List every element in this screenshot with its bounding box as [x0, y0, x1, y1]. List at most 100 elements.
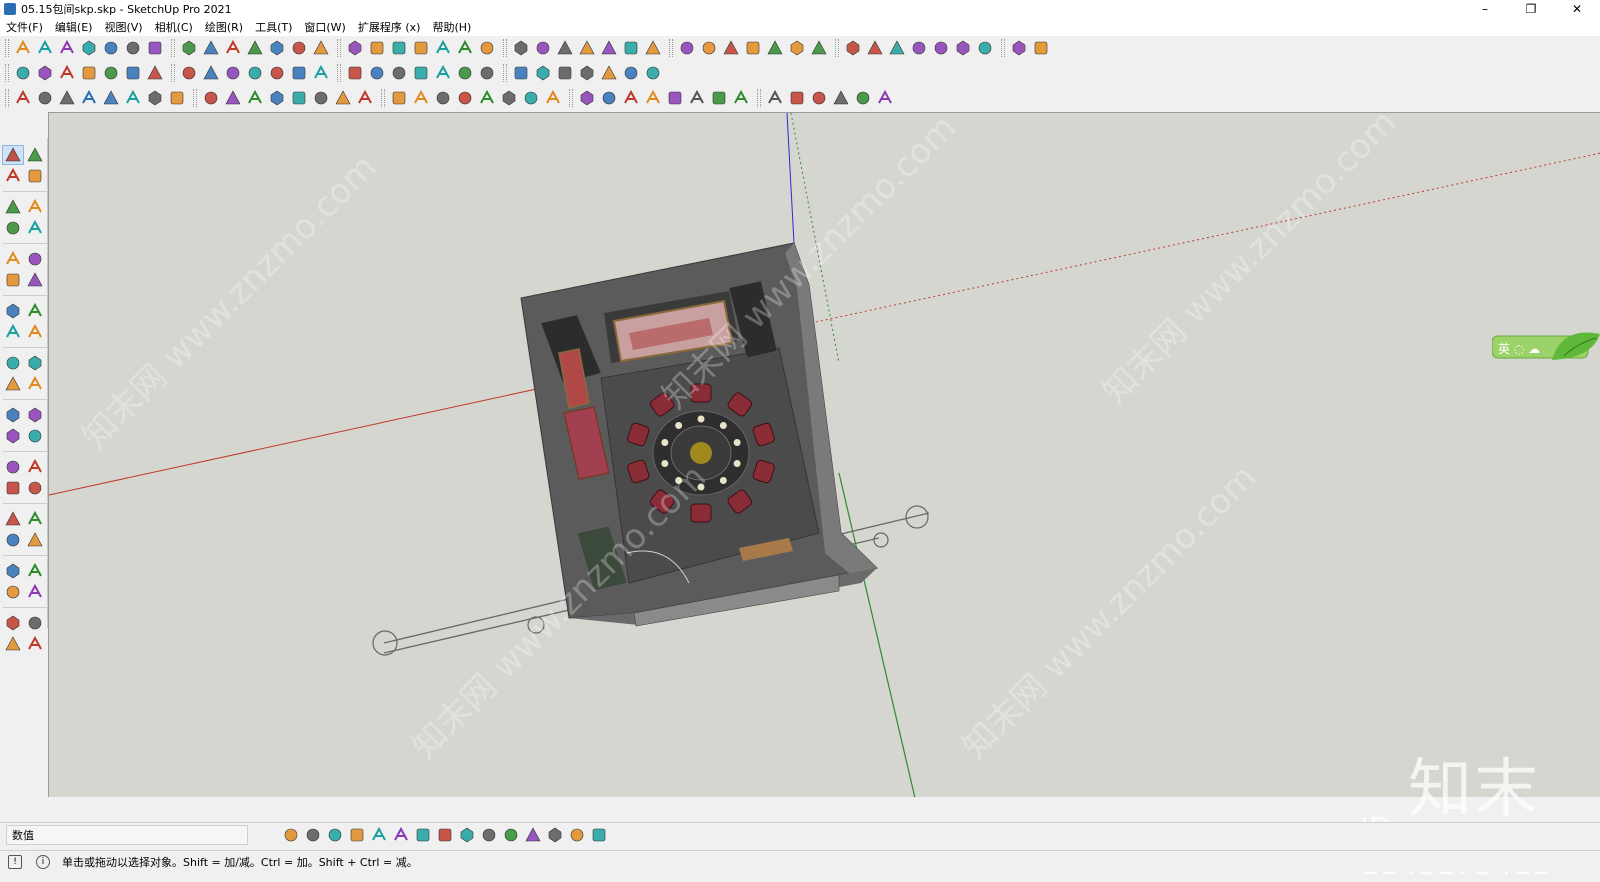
eraser-icon[interactable]: [348, 826, 366, 844]
left-tool-walk[interactable]: [3, 583, 23, 601]
hexagon-icon[interactable]: [312, 39, 330, 57]
triangle-icon[interactable]: [544, 89, 562, 107]
measurements-box[interactable]: 数值: [6, 825, 248, 845]
upload-icon[interactable]: [346, 39, 364, 57]
left-tool-pushpull[interactable]: [25, 323, 45, 341]
cut-icon[interactable]: [58, 39, 76, 57]
toolbar-grip[interactable]: [669, 39, 673, 57]
view-right-icon[interactable]: [80, 64, 98, 82]
logo-m-icon[interactable]: [832, 89, 850, 107]
pillars-icon[interactable]: [522, 89, 540, 107]
column-icon[interactable]: [36, 89, 54, 107]
curve-icon[interactable]: [480, 826, 498, 844]
figure-orange-icon[interactable]: [788, 89, 806, 107]
paint-icon[interactable]: [414, 826, 432, 844]
toolbar-grip[interactable]: [503, 64, 507, 82]
left-tool-line[interactable]: [3, 198, 23, 216]
gear-red-icon[interactable]: [556, 39, 574, 57]
close-button[interactable]: ✕: [1554, 0, 1600, 18]
globe-icon[interactable]: [744, 39, 762, 57]
grid-icon[interactable]: [478, 39, 496, 57]
left-tool-orbit[interactable]: [3, 479, 23, 497]
cylinder2-icon[interactable]: [600, 39, 618, 57]
sun-icon[interactable]: [268, 64, 286, 82]
tool-h-icon[interactable]: [268, 89, 286, 107]
star-icon[interactable]: [810, 39, 828, 57]
menu-window[interactable]: 窗口(W): [304, 19, 345, 35]
chart-icon[interactable]: [478, 89, 496, 107]
cloud-upload-icon[interactable]: [202, 39, 220, 57]
menu-extensions[interactable]: 扩展程序 (x): [358, 19, 421, 35]
tape-icon[interactable]: [910, 39, 928, 57]
cloud-icon[interactable]: [180, 39, 198, 57]
scissors-icon[interactable]: [458, 826, 476, 844]
lamp-icon[interactable]: [622, 39, 640, 57]
left-tool-arc3[interactable]: [25, 302, 45, 320]
left-tool-move[interactable]: [3, 323, 23, 341]
tool-f-icon[interactable]: [224, 89, 242, 107]
box-icon[interactable]: [370, 826, 388, 844]
left-tool-polygon[interactable]: [25, 250, 45, 268]
cube-icon[interactable]: [600, 89, 618, 107]
checkbox-icon[interactable]: [678, 39, 696, 57]
toolbar-grip[interactable]: [757, 89, 761, 107]
move-icon[interactable]: [434, 64, 452, 82]
pointer-icon[interactable]: [412, 64, 430, 82]
trash-icon[interactable]: [866, 39, 884, 57]
wave-icon[interactable]: [412, 89, 430, 107]
drawing-viewport[interactable]: 知末网 www.znzmo.com 知末网 www.znzmo.com 知末网 …: [48, 112, 1600, 797]
mirror-icon[interactable]: [700, 39, 718, 57]
toolbar-grip[interactable]: [337, 39, 341, 57]
geo-location-icon[interactable]: !: [8, 854, 22, 869]
pencil-icon[interactable]: [282, 826, 300, 844]
menu-draw[interactable]: 绘图(R): [205, 19, 243, 35]
left-tool-followme[interactable]: [25, 354, 45, 372]
ruler-icon[interactable]: [14, 89, 32, 107]
menu-file[interactable]: 文件(F): [6, 19, 43, 35]
tool-g-icon[interactable]: [246, 89, 264, 107]
dimension-icon[interactable]: [1010, 39, 1028, 57]
left-tool-sandbox[interactable]: [3, 614, 23, 632]
column-icon[interactable]: [304, 826, 322, 844]
pen-icon[interactable]: [844, 39, 862, 57]
menu-view[interactable]: 视图(V): [104, 19, 142, 35]
bars-icon[interactable]: [80, 89, 98, 107]
toolbar-grip[interactable]: [5, 39, 9, 57]
open-icon[interactable]: [14, 39, 32, 57]
flowers-icon[interactable]: [556, 64, 574, 82]
check-icon[interactable]: [290, 39, 308, 57]
left-tool-zoom-extents[interactable]: [3, 531, 23, 549]
left-tool-zoom-window[interactable]: [25, 510, 45, 528]
checker-icon[interactable]: [290, 64, 308, 82]
tool-j-icon[interactable]: [312, 89, 330, 107]
left-tool-scale[interactable]: [3, 375, 23, 393]
leaf-icon[interactable]: [578, 64, 596, 82]
help-icon[interactable]: [876, 89, 894, 107]
view-back-icon[interactable]: [102, 64, 120, 82]
arc-icon[interactable]: [390, 89, 408, 107]
phone2-icon[interactable]: [688, 89, 706, 107]
eyedropper-icon[interactable]: [622, 64, 640, 82]
vertex2-icon[interactable]: [524, 826, 542, 844]
brush-icon[interactable]: [644, 89, 662, 107]
xray-icon[interactable]: [146, 64, 164, 82]
zoom-icon[interactable]: [722, 39, 740, 57]
left-tool-sandbox2[interactable]: [25, 614, 45, 632]
tool-i-icon[interactable]: [290, 89, 308, 107]
toolbar-grip[interactable]: [337, 64, 341, 82]
box-icon[interactable]: [434, 39, 452, 57]
menu-help[interactable]: 帮助(H): [432, 19, 471, 35]
left-tool-rotated-rect[interactable]: [25, 219, 45, 237]
toolbar-grip[interactable]: [835, 39, 839, 57]
toolbar-grip[interactable]: [569, 89, 573, 107]
house-icon[interactable]: [392, 826, 410, 844]
hook-icon[interactable]: [644, 39, 662, 57]
edit-icon[interactable]: [456, 39, 474, 57]
info-icon[interactable]: i: [36, 854, 50, 869]
print-icon[interactable]: [124, 39, 142, 57]
view-front-icon[interactable]: [58, 64, 76, 82]
orange-box-icon[interactable]: [436, 826, 454, 844]
left-tool-section-plane[interactable]: [25, 583, 45, 601]
left-tool-rotate[interactable]: [3, 354, 23, 372]
ime-widget[interactable]: 英 ◌ ☁: [1491, 330, 1600, 364]
